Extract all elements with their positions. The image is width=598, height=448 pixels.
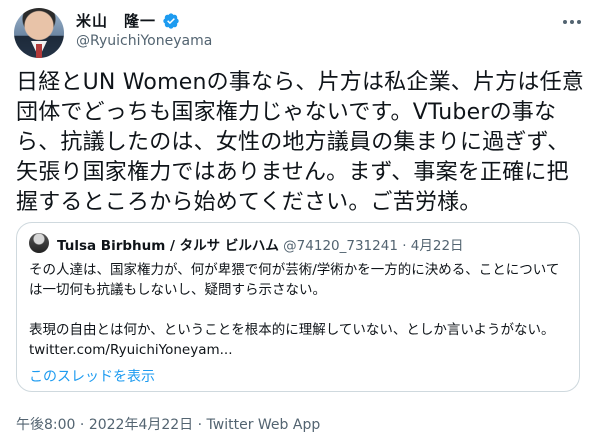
tweet-text: 日経とUN Womenの事なら、片方は私企業、片方は任意団体でどっちも国家権力じ… bbox=[16, 70, 584, 215]
more-options-icon[interactable] bbox=[560, 12, 584, 32]
quoted-tweet[interactable]: Tulsa Birbhum / タルサ ビルハム @74120_731241 ·… bbox=[16, 222, 580, 392]
quoted-date: 4月22日 bbox=[410, 238, 464, 254]
quoted-header: Tulsa Birbhum / タルサ ビルハム @74120_731241 ·… bbox=[57, 234, 464, 254]
quoted-separator: · bbox=[397, 238, 411, 254]
tweet-time[interactable]: 午後8:00 bbox=[16, 417, 75, 433]
tweet: 米山 隆一 @RyuichiYoneyama 日経とUN Womenの事なら、片… bbox=[0, 0, 598, 448]
quoted-text: その人達は、国家権力が、何が卑猥で何が芸術/学術かを一方的に決める、ことについて… bbox=[29, 260, 569, 360]
metadata-separator: · bbox=[193, 417, 207, 433]
show-thread-link[interactable]: このスレッドを表示 bbox=[29, 366, 155, 386]
quoted-author-avatar bbox=[29, 233, 49, 253]
author-name-row: 米山 隆一 bbox=[76, 10, 180, 31]
tweet-date[interactable]: 2022年4月22日 bbox=[89, 417, 193, 433]
quoted-body: その人達は、国家権力が、何が卑猥で何が芸術/学術かを一方的に決める、ことについて… bbox=[29, 262, 560, 338]
author-avatar[interactable] bbox=[14, 8, 64, 58]
metadata-separator: · bbox=[75, 417, 89, 433]
tweet-source[interactable]: Twitter Web App bbox=[207, 417, 321, 433]
verified-badge-icon bbox=[163, 12, 179, 29]
quoted-author-name: Tulsa Birbhum / タルサ ビルハム bbox=[57, 238, 279, 254]
tweet-metadata: 午後8:00 · 2022年4月22日 · Twitter Web App bbox=[16, 414, 320, 434]
quoted-author-handle: @74120_731241 bbox=[283, 238, 398, 254]
author-handle[interactable]: @RyuichiYoneyama bbox=[76, 33, 212, 49]
quoted-link[interactable]: twitter.com/RyuichiYoneyam... bbox=[29, 342, 233, 358]
author-name[interactable]: 米山 隆一 bbox=[76, 10, 156, 31]
